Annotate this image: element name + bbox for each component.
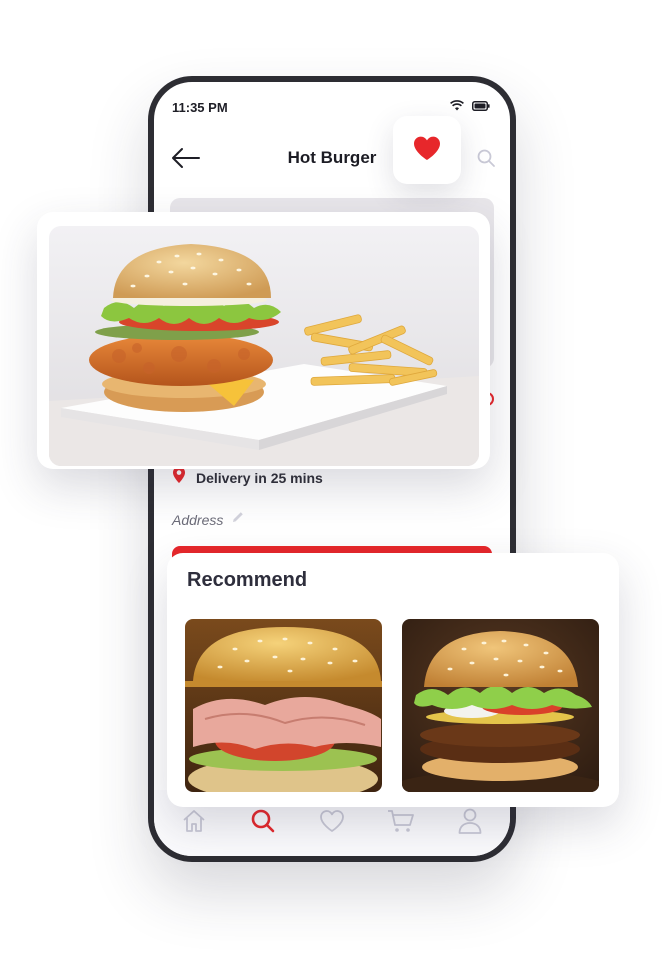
heart-icon xyxy=(412,135,442,166)
nav-search[interactable] xyxy=(243,803,283,843)
address-placeholder: Address xyxy=(172,511,224,528)
nav-favorites[interactable] xyxy=(312,803,352,843)
heart-icon xyxy=(318,808,346,839)
recommend-item[interactable] xyxy=(185,619,382,792)
nav-profile[interactable] xyxy=(450,803,490,843)
product-hero-card xyxy=(37,212,490,469)
nav-home[interactable] xyxy=(174,803,214,843)
burger-photo xyxy=(49,226,479,466)
delivery-info: Delivery in 25 mins xyxy=(172,466,323,489)
recommend-item[interactable] xyxy=(402,619,599,792)
battery-icon xyxy=(472,100,490,111)
nav-cart[interactable] xyxy=(381,803,421,843)
search-icon xyxy=(250,808,276,839)
recommend-title: Recommend xyxy=(187,569,308,591)
home-icon xyxy=(181,808,207,839)
status-icons xyxy=(450,100,490,111)
cheeseburger-photo xyxy=(402,619,599,792)
location-pin-icon xyxy=(172,466,186,489)
sandwich-photo xyxy=(185,619,382,792)
status-time: 11:35 PM xyxy=(172,100,228,115)
favorite-button[interactable] xyxy=(393,116,461,184)
cart-icon xyxy=(386,808,416,839)
delivery-time-text: Delivery in 25 mins xyxy=(196,469,323,486)
profile-icon xyxy=(457,807,483,840)
wifi-icon xyxy=(450,100,464,111)
pencil-icon[interactable] xyxy=(231,510,245,529)
recommend-section: Recommend xyxy=(167,553,619,807)
search-icon[interactable] xyxy=(476,148,496,173)
address-field[interactable]: Address xyxy=(172,510,245,529)
